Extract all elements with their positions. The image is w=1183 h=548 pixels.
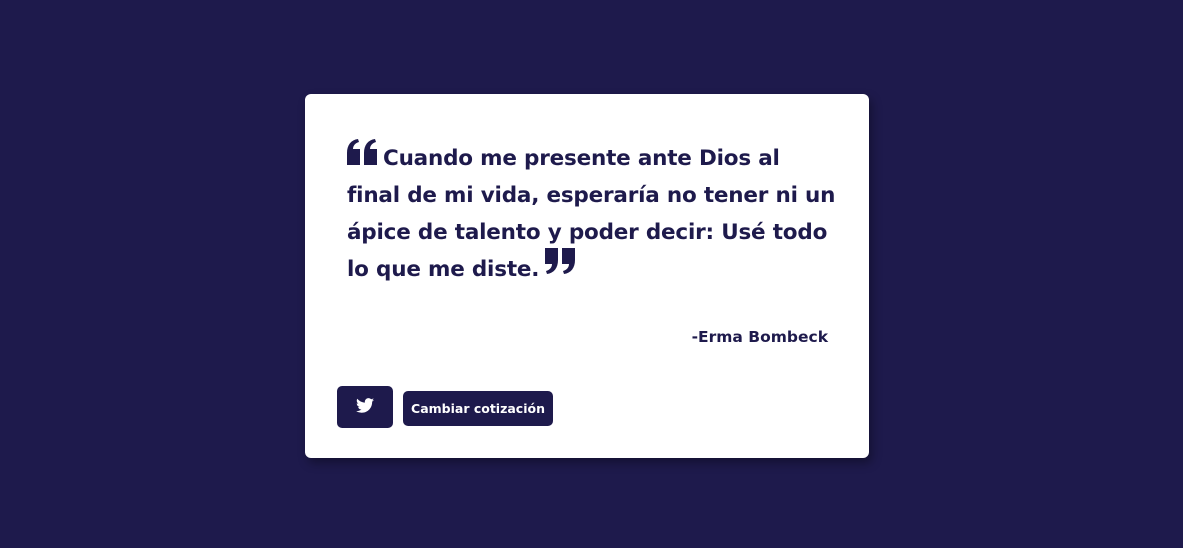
quote-text: Cuando me presente ante Dios al final de… — [347, 146, 836, 282]
quote-card: Cuando me presente ante Dios al final de… — [305, 94, 869, 458]
quote-right-icon — [545, 248, 577, 276]
quote-box: Cuando me presente ante Dios al final de… — [347, 139, 837, 288]
change-quote-button[interactable]: Cambiar cotización — [403, 391, 553, 426]
tweet-button[interactable] — [337, 386, 393, 428]
quote-author: -Erma Bombeck — [691, 328, 828, 346]
page-background: Cuando me presente ante Dios al final de… — [0, 0, 1183, 548]
quote-left-icon — [347, 139, 379, 167]
twitter-icon — [356, 397, 374, 417]
